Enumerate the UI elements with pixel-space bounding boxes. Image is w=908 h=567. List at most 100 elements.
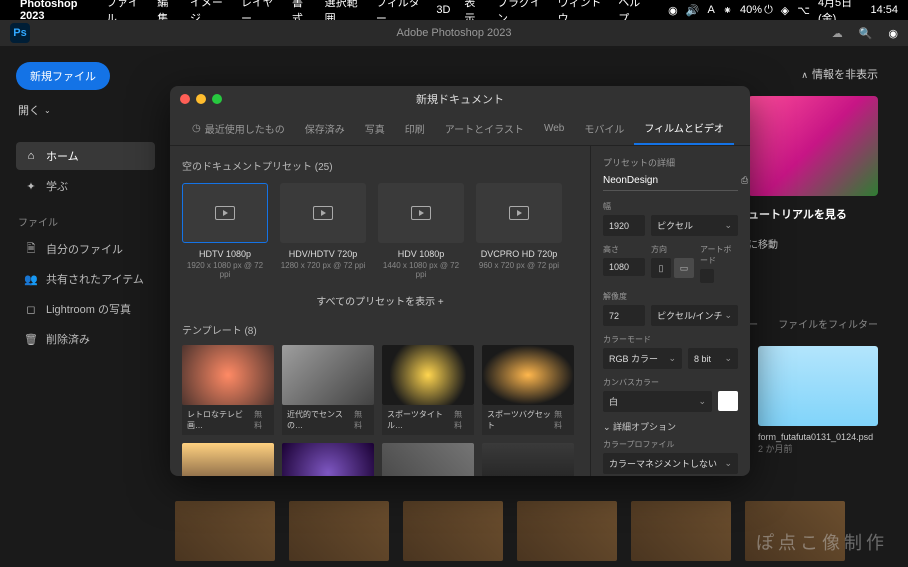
maximize-window-icon[interactable]: [212, 94, 222, 104]
canvas-color-swatch[interactable]: [718, 391, 738, 411]
sidebar-item-learn[interactable]: ✦学ぶ: [16, 172, 155, 200]
new-document-dialog: 新規ドキュメント ◷最近使用したもの 保存済み 写真 印刷 アートとイラスト W…: [170, 86, 750, 476]
sidebar-item-deleted[interactable]: 🗑削除済み: [16, 325, 155, 353]
status-bluetooth-icon[interactable]: ⁕: [723, 4, 732, 17]
artboard-checkbox[interactable]: [700, 269, 714, 283]
status-recording-icon[interactable]: ◉: [668, 4, 678, 17]
resolution-unit-dropdown[interactable]: ピクセル/インチ: [651, 305, 738, 326]
video-icon: [215, 206, 235, 220]
show-all-presets[interactable]: すべてのプリセットを表示 +: [182, 293, 578, 308]
sidebar-item-home[interactable]: ⌂ホーム: [16, 142, 155, 170]
sidebar-item-shared[interactable]: 👥共有されたアイテム: [16, 265, 155, 293]
tab-film-video[interactable]: フィルムとビデオ: [634, 112, 734, 145]
template-card[interactable]: 近代的でセンスの…無料: [282, 345, 374, 435]
tab-web[interactable]: Web: [534, 112, 574, 145]
file-thumbnail: [758, 346, 878, 426]
people-icon: 👥: [24, 272, 38, 286]
window-controls: [180, 94, 222, 104]
tab-art[interactable]: アートとイラスト: [435, 112, 534, 145]
tab-print[interactable]: 印刷: [395, 112, 435, 145]
status-time[interactable]: 14:54: [870, 4, 898, 16]
sidebar-section-files: ファイル: [18, 214, 155, 229]
preset-panel: 空のドキュメントプリセット (25) HDTV 1080p 1920 x 108…: [170, 146, 590, 476]
tab-saved[interactable]: 保存済み: [295, 112, 355, 145]
home-icon: ⌂: [24, 149, 38, 163]
templates-header: テンプレート (8): [182, 322, 578, 337]
thumb[interactable]: [175, 501, 275, 561]
new-file-button[interactable]: 新規ファイル: [16, 62, 110, 90]
watermark: ぽ点こ像制作: [756, 529, 888, 555]
document-name-input[interactable]: [603, 175, 735, 186]
resolution-input[interactable]: [603, 305, 645, 326]
sidebar-item-myfiles[interactable]: 🗎自分のファイル: [16, 235, 155, 263]
search-icon[interactable]: 🔍: [859, 27, 873, 40]
template-card[interactable]: [482, 443, 574, 476]
close-window-icon[interactable]: [180, 94, 190, 104]
status-control-icon[interactable]: ⌥: [797, 4, 810, 17]
menu-3d[interactable]: 3D: [436, 4, 450, 16]
tab-recent[interactable]: ◷最近使用したもの: [182, 112, 295, 145]
tab-photo[interactable]: 写真: [355, 112, 395, 145]
color-profile-dropdown[interactable]: カラーマネジメントしない: [603, 453, 738, 474]
trash-icon: 🗑: [24, 332, 38, 346]
template-card[interactable]: スポーツタイトル…無料: [382, 345, 474, 435]
preset-detail-panel: プリセットの詳細 ⎙ 幅 ピクセル 高さ 方向 ▯ ▭: [590, 146, 750, 476]
bit-depth-dropdown[interactable]: 8 bit: [688, 348, 738, 369]
hero-link[interactable]: に移動: [748, 236, 888, 251]
file-date: 2 か月前: [758, 442, 878, 455]
preset-hdtv1080p[interactable]: HDTV 1080p 1920 x 1080 px @ 72 ppi: [182, 183, 268, 279]
template-card[interactable]: レトロなテレビ画…無料: [182, 345, 274, 435]
orientation-landscape[interactable]: ▭: [674, 258, 694, 278]
tab-mobile[interactable]: モバイル: [574, 112, 634, 145]
sidebar: 新規ファイル 開く⌄ ⌂ホーム ✦学ぶ ファイル 🗎自分のファイル 👥共有された…: [0, 46, 155, 567]
preset-dvcpro720p[interactable]: DVCPRO HD 720p 960 x 720 px @ 72 ppi: [476, 183, 562, 279]
status-input-icon[interactable]: A: [707, 4, 714, 16]
dialog-titlebar: 新規ドキュメント: [170, 86, 750, 112]
video-icon: [313, 206, 333, 220]
open-button[interactable]: 開く⌄: [16, 98, 155, 122]
status-battery[interactable]: 40% ⏻: [740, 4, 773, 17]
clock-icon: ◷: [192, 123, 201, 134]
recent-file-card[interactable]: form_futafuta0131_0124.psd 2 か月前: [758, 346, 878, 455]
app-titlebar: Ps Adobe Photoshop 2023 ☁ 🔍 ◉: [0, 20, 908, 46]
file-filter[interactable]: ファイルをフィルター: [778, 316, 878, 331]
unit-dropdown[interactable]: ピクセル: [651, 215, 738, 236]
hero-title: ュートリアルを見る: [748, 206, 888, 222]
height-input[interactable]: [603, 258, 645, 276]
thumb[interactable]: [289, 501, 389, 561]
preset-hdv720p[interactable]: HDV/HDTV 720p 1280 x 720 px @ 72 ppi: [280, 183, 366, 279]
preset-header: 空のドキュメントプリセット (25): [182, 158, 578, 173]
file-icon: 🗎: [24, 242, 38, 256]
hero-image: [748, 96, 878, 196]
sidebar-item-lightroom[interactable]: ◻Lightroom の写真: [16, 295, 155, 323]
status-volume-icon[interactable]: 🔊: [686, 4, 700, 17]
lightroom-icon: ◻: [24, 302, 38, 316]
save-preset-icon[interactable]: ⎙: [741, 175, 748, 186]
orientation-portrait[interactable]: ▯: [651, 258, 671, 278]
app-menu[interactable]: Photoshop 2023: [20, 0, 92, 22]
thumb[interactable]: [631, 501, 731, 561]
template-card[interactable]: [382, 443, 474, 476]
template-card[interactable]: [182, 443, 274, 476]
category-tabs: ◷最近使用したもの 保存済み 写真 印刷 アートとイラスト Web モバイル フ…: [170, 112, 750, 146]
cloud-icon[interactable]: ☁: [832, 27, 843, 40]
width-label: 幅: [603, 201, 738, 212]
learn-icon: ✦: [24, 179, 38, 193]
app-title: Adobe Photoshop 2023: [397, 27, 512, 39]
thumb[interactable]: [403, 501, 503, 561]
thumb[interactable]: [517, 501, 617, 561]
preset-hdv1080p[interactable]: HDV 1080p 1440 x 1080 px @ 72 ppi: [378, 183, 464, 279]
detail-header: プリセットの詳細: [603, 156, 738, 169]
ps-logo-icon: Ps: [10, 23, 30, 43]
template-card[interactable]: [282, 443, 374, 476]
status-wifi-icon[interactable]: ◈: [781, 4, 789, 17]
template-card[interactable]: スポーツバグセット無料: [482, 345, 574, 435]
canvas-color-dropdown[interactable]: 白: [603, 391, 712, 412]
aperture-icon[interactable]: ◉: [888, 27, 898, 40]
hide-info-toggle[interactable]: 情報を非表示: [801, 66, 878, 82]
macos-menubar: Photoshop 2023 ファイル 編集 イメージ レイヤー 書式 選択範囲…: [0, 0, 908, 20]
color-mode-dropdown[interactable]: RGB カラー: [603, 348, 682, 369]
minimize-window-icon[interactable]: [196, 94, 206, 104]
advanced-options-toggle[interactable]: 詳細オプション: [603, 420, 738, 433]
width-input[interactable]: [603, 215, 645, 236]
